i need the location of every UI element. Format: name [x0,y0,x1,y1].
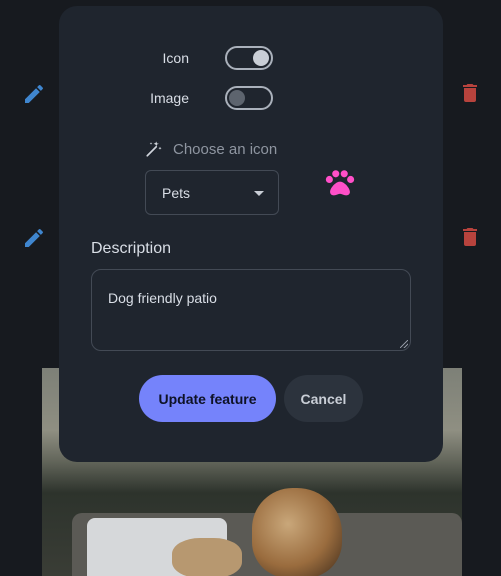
toggle-knob [229,90,245,106]
corgi-shape [252,488,342,576]
edit-icon[interactable] [22,226,46,250]
cancel-button[interactable]: Cancel [284,375,363,422]
dropdown-caret-icon [254,191,264,196]
choose-icon-label-row: Choose an icon [145,140,277,158]
icon-select[interactable]: Pets [145,170,279,215]
icon-toggle-row: Icon [129,46,273,70]
image-toggle-switch[interactable] [225,86,273,110]
edit-feature-dialog: Icon Image Choose an icon Pets Descripti… [59,6,443,462]
icon-toggle-label: Icon [162,50,189,66]
dog-shape [172,538,242,576]
delete-icon[interactable] [458,81,482,105]
resize-grip-icon[interactable] [400,340,408,348]
description-value: Dog friendly patio [108,290,217,306]
toggle-knob [253,50,269,66]
icon-select-value: Pets [162,184,191,201]
image-toggle-row: Image [129,86,273,110]
update-feature-button[interactable]: Update feature [139,375,276,422]
image-toggle-label: Image [150,90,189,106]
icon-toggle-switch[interactable] [225,46,273,70]
description-label: Description [91,240,172,257]
delete-icon[interactable] [458,225,482,249]
paw-icon [325,170,355,196]
description-textarea[interactable]: Dog friendly patio [91,269,411,351]
choose-icon-label: Choose an icon [173,140,278,158]
magic-wand-icon [146,141,162,157]
edit-icon[interactable] [22,82,46,106]
